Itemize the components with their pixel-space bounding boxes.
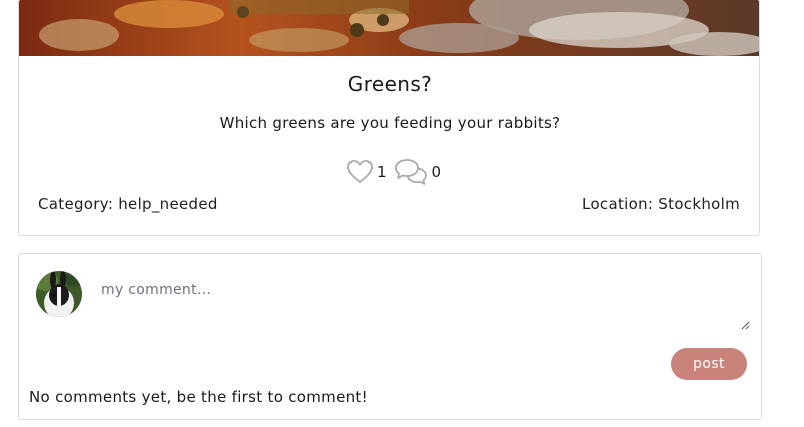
post-body: Which greens are you feeding your rabbit… [219, 114, 561, 132]
no-comments-message: No comments yet, be the first to comment… [29, 388, 368, 406]
avatar [36, 271, 82, 317]
post-image [19, 0, 759, 56]
heart-icon[interactable] [346, 159, 374, 185]
speech-bubbles-icon[interactable] [393, 158, 429, 186]
post-category: Category: help_needed [38, 195, 218, 213]
post-card: Greens? Which greens are you feeding you… [18, 0, 760, 236]
post-location: Location: Stockholm [582, 195, 740, 213]
comment-input[interactable] [93, 276, 752, 332]
post-title: Greens? [347, 72, 433, 96]
resize-handle-icon[interactable] [740, 320, 750, 330]
comment-section: post No comments yet, be the first to co… [18, 253, 762, 420]
post-comment-button[interactable]: post [671, 348, 747, 380]
comment-count: 0 [431, 163, 442, 181]
like-count: 1 [377, 163, 387, 181]
post-stats: 1 0 [346, 157, 441, 187]
